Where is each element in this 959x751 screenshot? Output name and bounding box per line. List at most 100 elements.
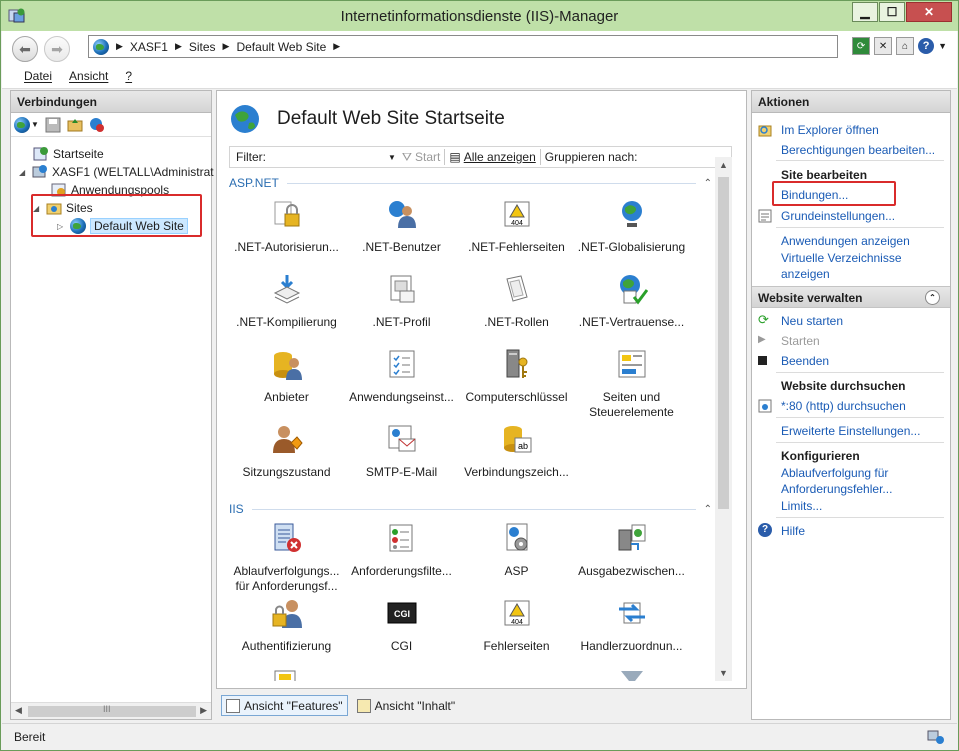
tab-content-view[interactable]: Ansicht "Inhalt"	[352, 695, 461, 716]
feature-net-authorization[interactable]: .NET-Autorisierun...	[229, 198, 344, 255]
breadcrumb-sites[interactable]: Sites	[189, 40, 216, 54]
chevron-down-icon[interactable]: ▼	[388, 153, 396, 162]
feature-net-error-pages[interactable]: 404 .NET-Fehlerseiten	[459, 198, 574, 255]
breadcrumb-default-web-site[interactable]: Default Web Site	[236, 40, 326, 54]
feature-session-state[interactable]: Sitzungszustand	[229, 423, 344, 480]
forward-button[interactable]: ➡	[44, 36, 70, 62]
connections-toolbar: ▼	[11, 113, 211, 137]
feature-net-profile[interactable]: .NET-Profil	[344, 273, 459, 330]
actions-header: Aktionen	[752, 91, 950, 113]
tree-label: XASF1 (WELTALL\Administrat	[52, 165, 214, 179]
action-label: Neu starten	[781, 314, 844, 328]
tree-item-server[interactable]: ◢ XASF1 (WELTALL\Administrat	[19, 163, 214, 181]
tree-item-startseite[interactable]: Startseite	[33, 145, 104, 163]
stop-icon[interactable]: ✕	[874, 37, 893, 55]
menu-help[interactable]: ?	[125, 69, 132, 83]
tab-features-view[interactable]: Ansicht "Features"	[221, 695, 348, 716]
feature-label: .NET-Rollen	[484, 315, 549, 329]
up-folder-icon[interactable]	[67, 117, 83, 133]
feature-app-settings[interactable]: Anwendungseinst...	[344, 348, 459, 405]
breadcrumb-separator: ▶	[222, 41, 230, 51]
collapse-icon[interactable]: ⌃	[925, 290, 940, 305]
filter-input[interactable]	[272, 147, 388, 167]
feature-label: Fehlerseiten	[483, 639, 550, 653]
expand-icon[interactable]: ◢	[19, 168, 29, 177]
feature-error-pages[interactable]: 404 Fehlerseiten	[459, 597, 574, 654]
feature-providers[interactable]: Anbieter	[229, 348, 344, 405]
feature-label: Computerschlüssel	[465, 390, 568, 404]
svg-text:ab: ab	[517, 441, 527, 451]
feature-net-compilation[interactable]: .NET-Kompilierung	[229, 273, 344, 330]
arrow-left-icon: ⬅	[19, 40, 31, 57]
home-icon[interactable]: ⌂	[896, 37, 915, 55]
vertical-scrollbar[interactable]: ▲ ▼	[715, 157, 732, 681]
address-bar[interactable]: ▶ XASF1 ▶ Sites ▶ Default Web Site ▶	[88, 35, 838, 58]
help-icon[interactable]: ?	[918, 38, 935, 54]
group-header-iis[interactable]: IIS ⌃	[229, 501, 716, 517]
group-header-aspnet[interactable]: ASP.NET ⌃	[229, 175, 716, 191]
feature-asp[interactable]: ASP	[459, 522, 574, 579]
basic-settings-icon	[758, 209, 772, 223]
output-cache-icon	[618, 524, 645, 551]
arrow-right-icon: ➡	[51, 40, 63, 57]
refresh-icon[interactable]: ⟳	[852, 37, 871, 55]
roles-icon	[505, 275, 528, 302]
feature-machine-key[interactable]: Computerschlüssel	[459, 348, 574, 405]
feature-handler-mappings[interactable]: Handlerzuordnun...	[574, 597, 689, 654]
scroll-right-icon[interactable]: ▶	[200, 705, 207, 716]
close-button[interactable]: ✕	[906, 2, 952, 22]
feature-authentication[interactable]: Authentifizierung	[229, 597, 344, 654]
feature-label: CGI	[390, 639, 413, 653]
feature-net-globalization[interactable]: .NET-Globalisierung	[574, 198, 689, 255]
feature-request-filtering[interactable]: Anforderungsfilte...	[344, 522, 459, 579]
feature-net-roles[interactable]: .NET-Rollen	[459, 273, 574, 330]
connect-icon[interactable]	[14, 116, 30, 133]
section-header-manage-website[interactable]: Website verwalten ⌃	[752, 286, 950, 308]
feature-smtp-email[interactable]: SMTP-E-Mail	[344, 423, 459, 480]
feature-net-trust[interactable]: .NET-Vertrauense...	[574, 273, 689, 330]
feature-cgi[interactable]: CGI CGI	[344, 597, 459, 654]
feature-net-users[interactable]: .NET-Benutzer	[344, 198, 459, 255]
feature-label: .NET-Kompilierung	[236, 315, 337, 329]
collapse-icon[interactable]: ⌃	[704, 178, 712, 189]
back-button[interactable]: ⬅	[12, 36, 38, 62]
start-filter-button[interactable]: Start	[415, 150, 440, 164]
feature-pages-controls[interactable]: Seiten und Steuerelemente	[574, 348, 689, 420]
save-icon[interactable]	[45, 117, 61, 133]
horizontal-scrollbar[interactable]: ◀ III ▶	[11, 702, 211, 719]
compile-icon	[273, 275, 300, 304]
server-icon	[32, 165, 47, 178]
breadcrumb-separator[interactable]: ▶	[333, 41, 340, 52]
tab-label: Ansicht "Features"	[244, 698, 343, 713]
feature-failed-request-tracing[interactable]: Ablaufverfolgungs... für Anforderungsf..…	[229, 522, 344, 594]
group-label: IIS	[229, 502, 244, 516]
failed-tracing-icon	[274, 523, 301, 552]
chevron-down-icon[interactable]: ▼	[938, 41, 947, 51]
menu-datei[interactable]: Datei	[24, 69, 52, 83]
maximize-button[interactable]: ☐	[879, 2, 905, 22]
breadcrumb-server[interactable]: XASF1	[130, 40, 168, 54]
feature-output-caching[interactable]: Ausgabezwischen...	[574, 522, 689, 579]
highlight-box	[31, 194, 202, 237]
scroll-thumb[interactable]	[28, 706, 196, 717]
feature-label: .NET-Profil	[372, 315, 431, 329]
collapse-icon[interactable]: ⌃	[704, 504, 712, 515]
error-page-icon: 404	[504, 600, 529, 626]
globe-icon	[231, 105, 259, 133]
scroll-down-icon[interactable]: ▼	[719, 668, 728, 678]
chevron-down-icon[interactable]: ▼	[31, 120, 39, 129]
show-all-icon: ▤	[449, 150, 461, 164]
minimize-button[interactable]: ▁	[852, 2, 878, 22]
menu-ansicht[interactable]: Ansicht	[69, 69, 108, 83]
scroll-left-icon[interactable]: ◀	[15, 705, 22, 716]
delete-connection-icon[interactable]	[89, 117, 105, 133]
show-all-button[interactable]: Alle anzeigen	[464, 150, 536, 164]
scroll-thumb[interactable]	[718, 177, 729, 509]
cgi-icon: CGI	[387, 602, 416, 624]
action-label: Limits...	[781, 499, 823, 513]
status-bar: Bereit	[2, 723, 957, 750]
group-label: ASP.NET	[229, 176, 279, 190]
group-by-label[interactable]: Gruppieren nach:	[545, 150, 638, 164]
scroll-up-icon[interactable]: ▲	[719, 160, 728, 170]
feature-connection-strings[interactable]: ab Verbindungszeich...	[459, 423, 574, 480]
